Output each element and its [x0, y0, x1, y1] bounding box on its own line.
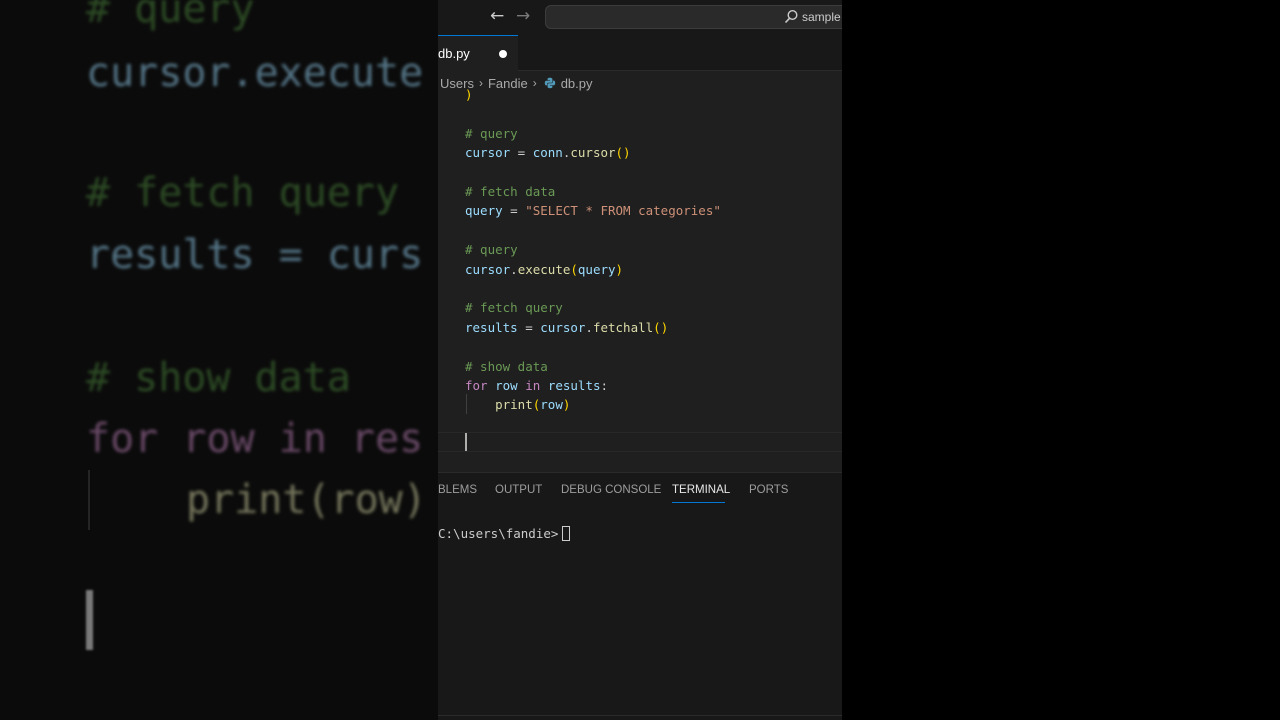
- status-bar: [438, 715, 842, 720]
- code-line: results = cursor.fetchall(): [465, 318, 668, 337]
- code-token: =: [517, 319, 541, 335]
- code-token: ): [562, 397, 571, 413]
- code-token: (): [615, 145, 631, 161]
- code-token: .: [510, 261, 518, 277]
- background-right: [842, 0, 1280, 720]
- code-token: query: [577, 261, 616, 277]
- code-token: # show data: [465, 358, 548, 374]
- editor-tab-bar: db.py: [438, 35, 842, 71]
- code-token: cursor: [465, 261, 511, 277]
- code-token: in: [525, 378, 541, 393]
- code-token: row: [495, 378, 518, 393]
- indent-guide: [466, 394, 467, 414]
- code-token: results: [465, 319, 518, 335]
- tab-problems[interactable]: BLEMS: [438, 484, 477, 496]
- bg-line-0: # query: [86, 0, 255, 32]
- code-token: cursor: [570, 145, 616, 161]
- unsaved-dot-icon[interactable]: [499, 50, 507, 58]
- code-token: for: [465, 378, 488, 393]
- breadcrumb-file[interactable]: db.py: [561, 76, 593, 91]
- tab-db-py[interactable]: db.py: [438, 35, 518, 71]
- bg-text-cursor: [86, 590, 93, 650]
- code-line: print(row): [465, 395, 570, 414]
- bg-indent-guide: [88, 470, 90, 530]
- code-line: # query: [465, 240, 518, 259]
- arrow-right-icon[interactable]: →: [516, 6, 530, 26]
- code-line: query = "SELECT * FROM categories": [465, 201, 721, 220]
- code-token: =: [510, 145, 533, 161]
- code-token: row: [540, 397, 563, 413]
- code-token: (): [653, 319, 669, 335]
- code-token: .: [585, 319, 593, 335]
- vscode-window: ← → sample db.py Users › Fandie › db.py …: [438, 0, 842, 720]
- terminal-prompt-text: C:\users\fandie>: [438, 526, 559, 541]
- code-line: ): [465, 85, 473, 104]
- chevron-right-icon: ›: [532, 76, 537, 90]
- code-token: ): [615, 261, 624, 277]
- python-file-icon: [544, 77, 555, 89]
- tab-debug-console[interactable]: DEBUG CONSOLE: [561, 484, 661, 496]
- tab-output[interactable]: OUTPUT: [495, 484, 542, 496]
- tab-label: db.py: [438, 46, 470, 61]
- bg-line-3: results = curs: [86, 232, 424, 278]
- code-token: "SELECT * FROM categories": [525, 203, 721, 219]
- command-center-text: sample: [802, 10, 841, 24]
- bg-line-5: for row in res: [86, 416, 424, 462]
- code-token: execute: [517, 261, 571, 277]
- code-token: cursor: [465, 145, 511, 161]
- code-line: # fetch data: [465, 182, 555, 201]
- code-token: (: [570, 261, 578, 277]
- current-line-highlight: [438, 432, 842, 452]
- code-token: query: [465, 203, 503, 219]
- bg-line-2: # fetch query: [86, 170, 400, 216]
- code-token: =: [502, 203, 526, 219]
- code-line: cursor = conn.cursor(): [465, 143, 631, 162]
- bg-line-6: print(row): [186, 477, 427, 523]
- code-token: :: [600, 378, 609, 393]
- code-editor[interactable]: ) # query cursor = conn.cursor() # fetch da…: [438, 87, 842, 472]
- code-token: # query: [465, 242, 518, 258]
- code-token: conn: [532, 145, 563, 161]
- bg-line-1: cursor.execute: [86, 50, 424, 96]
- arrow-left-icon[interactable]: ←: [490, 6, 504, 26]
- code-token: # fetch data: [465, 184, 556, 199]
- terminal-cursor: [562, 526, 571, 541]
- code-token: print: [495, 397, 533, 413]
- code-line: for row in results:: [465, 376, 608, 395]
- title-bar: ← → sample: [438, 0, 842, 35]
- code-line: cursor.execute(query): [465, 260, 623, 279]
- code-token: results: [547, 378, 601, 393]
- background-blur-left: # query cursor.execute # fetch query res…: [0, 0, 438, 720]
- command-center-search[interactable]: sample: [545, 5, 842, 29]
- code-line: # show data: [465, 357, 548, 376]
- tab-ports[interactable]: PORTS: [749, 484, 788, 496]
- chevron-right-icon: ›: [478, 76, 483, 90]
- bg-line-4: # show data: [86, 355, 351, 401]
- terminal-prompt[interactable]: C:\users\fandie>: [438, 526, 571, 541]
- code-token: ): [465, 87, 473, 102]
- bottom-panel: BLEMS OUTPUT DEBUG CONSOLE TERMINAL PORT…: [438, 472, 842, 720]
- text-cursor: [465, 433, 467, 451]
- breadcrumb: Users › Fandie › db.py: [440, 74, 593, 92]
- active-tab-underline: [672, 502, 725, 503]
- code-token: # query: [465, 125, 518, 141]
- code-line: # query: [465, 124, 518, 143]
- breadcrumb-fandie[interactable]: Fandie: [488, 76, 528, 91]
- code-token: cursor: [540, 319, 586, 335]
- tab-terminal[interactable]: TERMINAL: [672, 484, 730, 496]
- search-icon: [784, 9, 798, 24]
- code-token: # fetch query: [465, 300, 563, 316]
- code-token: fetchall: [592, 319, 654, 335]
- code-line: # fetch query: [465, 298, 563, 317]
